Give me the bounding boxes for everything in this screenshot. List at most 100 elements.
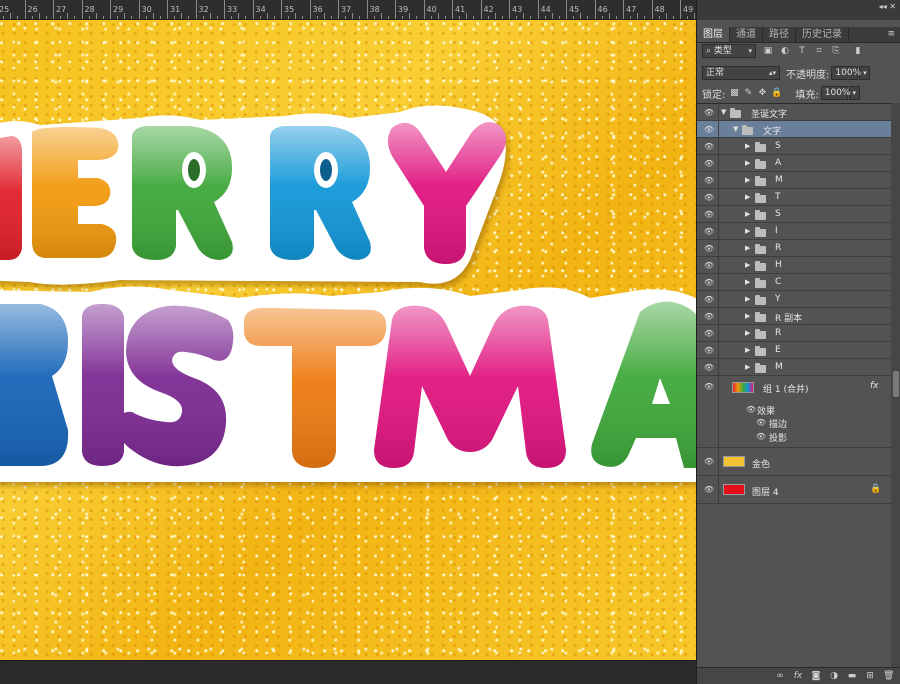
effect-shadow[interactable]: 投影 [769, 431, 787, 444]
eye-icon[interactable]: 👁 [703, 244, 715, 253]
collapse-triangle-icon[interactable]: ▶ [745, 176, 750, 184]
layer-group-letter[interactable]: 👁 ▶ M [697, 359, 891, 376]
layer-group-letter[interactable]: 👁 ▶ M [697, 172, 891, 189]
lock-position-icon[interactable]: ✥ [757, 88, 767, 98]
ruler-tick [138, 0, 140, 19]
new-group-icon[interactable]: ▬ [847, 671, 857, 681]
layer-name: R [775, 243, 782, 253]
adjustment-filter-icon[interactable]: ◐ [780, 46, 790, 56]
ruler-minor-tick [437, 13, 439, 19]
eye-icon[interactable]: 👁 [755, 418, 767, 427]
layer-group-letter[interactable]: 👁 ▶ A [697, 155, 891, 172]
lock-image-icon[interactable]: ✎ [743, 88, 753, 98]
eye-icon[interactable]: 👁 [703, 142, 715, 151]
eye-icon[interactable]: 👁 [703, 382, 715, 391]
blend-mode-dropdown[interactable]: 正常 ▴▾ [702, 66, 780, 80]
ruler-minor-tick [238, 13, 240, 19]
collapse-triangle-icon[interactable]: ▶ [745, 312, 750, 320]
folder-icon [755, 159, 766, 169]
eye-icon[interactable]: 👁 [703, 457, 715, 466]
collapse-triangle-icon[interactable]: ▶ [745, 210, 750, 218]
collapse-triangle-icon[interactable]: ▶ [745, 295, 750, 303]
layer-group-text[interactable]: 👁 ▼ 文字 [697, 121, 891, 138]
eye-icon[interactable]: 👁 [703, 329, 715, 338]
layer-merged-group[interactable]: 👁 组 1 (合并) fx 👁 效果 👁 描边 👁 投影 [697, 376, 891, 448]
new-layer-icon[interactable]: ⊞ [865, 671, 875, 681]
collapse-triangle-icon[interactable]: ▶ [745, 159, 750, 167]
ruler-minor-tick [523, 13, 525, 19]
expand-triangle-icon[interactable]: ▼ [733, 125, 738, 133]
layer-group-letter[interactable]: 👁 ▶ I [697, 223, 891, 240]
image-filter-icon[interactable]: ▣ [763, 46, 773, 56]
ruler-minor-tick [67, 13, 69, 19]
smart-object-filter-icon[interactable]: ⎘ [831, 46, 841, 56]
eye-icon[interactable]: 👁 [755, 432, 767, 441]
layer-group-letter[interactable]: 👁 ▶ H [697, 257, 891, 274]
layer-gold[interactable]: 👁 金色 [697, 448, 891, 476]
fx-icon[interactable]: fx [793, 671, 803, 681]
layer-group-letter[interactable]: 👁 ▶ T [697, 189, 891, 206]
filter-label: 类型 [713, 46, 732, 56]
eye-icon[interactable]: 👁 [703, 227, 715, 236]
ruler-minor-tick [131, 16, 133, 19]
adjustment-icon[interactable]: ◑ [829, 671, 839, 681]
collapse-icon[interactable]: ◂◂ ✕ [879, 2, 896, 11]
trash-icon[interactable]: 🗑 [883, 671, 894, 681]
eye-icon[interactable]: 👁 [703, 295, 715, 304]
shape-filter-icon[interactable]: ⌗ [814, 46, 824, 56]
filter-toggle-icon[interactable]: ▮ [853, 46, 863, 56]
fill-input[interactable]: 100% [820, 86, 850, 100]
eye-icon[interactable]: 👁 [703, 159, 715, 168]
type-filter-icon[interactable]: T [797, 46, 807, 56]
collapse-triangle-icon[interactable]: ▶ [745, 227, 750, 235]
eye-icon[interactable]: 👁 [703, 261, 715, 270]
eye-icon[interactable]: 👁 [703, 346, 715, 355]
effect-stroke[interactable]: 描边 [769, 417, 787, 430]
scrollbar-thumb[interactable] [893, 371, 899, 397]
collapse-triangle-icon[interactable]: ▶ [745, 329, 750, 337]
ruler-label: 46 [597, 5, 608, 14]
eye-icon[interactable]: 👁 [703, 210, 715, 219]
layer-group-letter[interactable]: 👁 ▶ S [697, 138, 891, 155]
mask-icon[interactable]: ◙ [811, 671, 821, 681]
ruler-minor-tick [124, 13, 126, 19]
layer-group-christmas-text[interactable]: 👁 ▼ 圣诞文字 [697, 104, 891, 121]
layer-group-letter[interactable]: 👁 ▶ R 副本 [697, 308, 891, 325]
eye-icon[interactable]: 👁 [703, 278, 715, 287]
ruler-minor-tick [31, 16, 33, 19]
lock-transparent-icon[interactable]: ▩ [729, 88, 739, 98]
layer-group-letter[interactable]: 👁 ▶ S [697, 206, 891, 223]
eye-icon[interactable]: 👁 [703, 312, 715, 321]
eye-icon[interactable]: 👁 [703, 125, 715, 134]
ruler-minor-tick [159, 16, 161, 19]
layer-group-letter[interactable]: 👁 ▶ R [697, 325, 891, 342]
collapse-triangle-icon[interactable]: ▶ [745, 346, 750, 354]
opacity-input[interactable]: 100% [831, 66, 861, 80]
layer-group-letter[interactable]: 👁 ▶ Y [697, 291, 891, 308]
lock-all-icon[interactable]: 🔒 [771, 88, 782, 98]
link-icon[interactable]: ∞ [775, 671, 785, 681]
layer-name: 图层 4 [752, 488, 779, 498]
collapse-triangle-icon[interactable]: ▶ [745, 244, 750, 252]
eye-icon[interactable]: 👁 [703, 485, 715, 494]
fx-icon[interactable]: fx [870, 381, 879, 391]
layers-scrollbar[interactable] [891, 103, 900, 667]
collapse-triangle-icon[interactable]: ▶ [745, 363, 750, 371]
layer-group-letter[interactable]: 👁 ▶ R [697, 240, 891, 257]
expand-triangle-icon[interactable]: ▼ [721, 108, 726, 116]
filter-dropdown[interactable]: ⌕ 类型 ▾ [702, 44, 756, 58]
collapse-triangle-icon[interactable]: ▶ [745, 193, 750, 201]
eye-icon[interactable]: 👁 [703, 363, 715, 372]
eye-icon[interactable]: 👁 [703, 176, 715, 185]
layer-4[interactable]: 👁 图层 4 🔒 [697, 476, 891, 504]
ruler-tick [167, 0, 168, 19]
canvas[interactable] [0, 20, 696, 660]
collapse-triangle-icon[interactable]: ▶ [745, 261, 750, 269]
collapse-triangle-icon[interactable]: ▶ [745, 278, 750, 286]
eye-icon[interactable]: 👁 [703, 108, 715, 117]
layer-group-letter[interactable]: 👁 ▶ C [697, 274, 891, 291]
eye-icon[interactable]: 👁 [703, 193, 715, 202]
collapse-triangle-icon[interactable]: ▶ [745, 142, 750, 150]
eye-icon[interactable]: 👁 [745, 405, 757, 414]
layer-group-letter[interactable]: 👁 ▶ E [697, 342, 891, 359]
